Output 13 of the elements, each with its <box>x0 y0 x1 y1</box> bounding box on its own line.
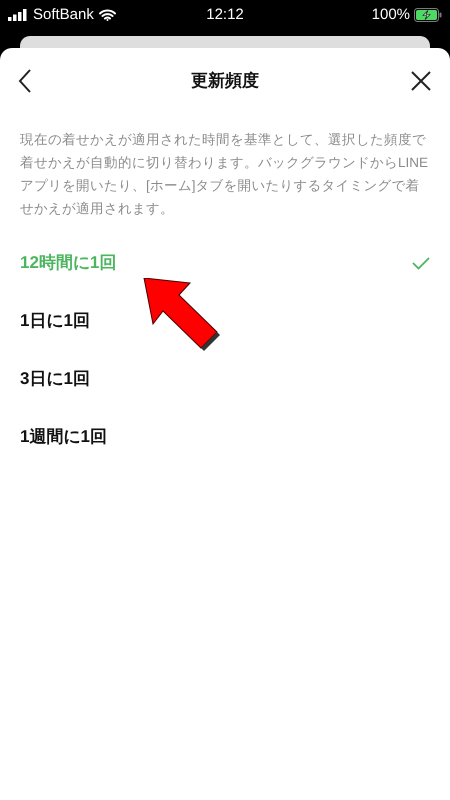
battery-charging-icon <box>414 8 442 22</box>
clock-time: 12:12 <box>205 4 245 25</box>
wifi-icon <box>98 9 116 21</box>
header-title: 更新頻度 <box>190 70 260 92</box>
close-button[interactable] <box>410 70 432 92</box>
signal-icon <box>8 9 28 21</box>
battery-percent: 100% <box>372 4 410 25</box>
checkmark-icon <box>412 256 430 270</box>
description-text: 現在の着せかえが適用された時間を基準として、選択した頻度で着せかえが自動的に切り替わります。バックグラウンドからLINEアプリを開いたり、[ホーム]タブを開いたりするタイミングで着せかえが適用されます。 <box>19 131 430 218</box>
frequency-option[interactable]: 1日に1回 <box>0 292 450 350</box>
frequency-option[interactable]: 1週間に1回 <box>0 408 450 466</box>
frequency-option[interactable]: 3日に1回 <box>0 350 450 408</box>
carrier-name: SoftBank <box>33 4 94 25</box>
